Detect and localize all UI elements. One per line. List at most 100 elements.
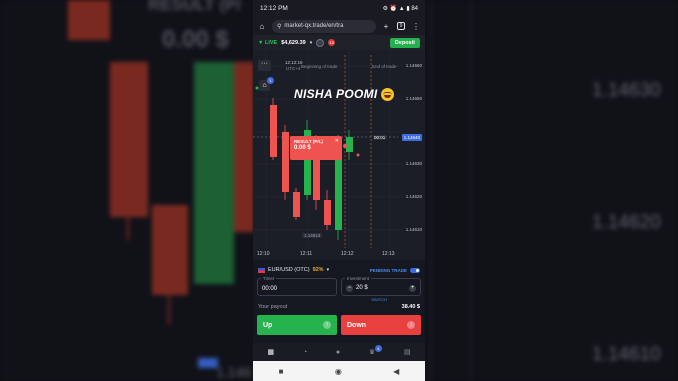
support-tab-icon[interactable]: ◔ (303, 349, 307, 356)
tab-count: 9 (397, 22, 405, 30)
trade-marker (356, 153, 360, 157)
bg-price-label: 1.146 (216, 364, 252, 380)
y-tick-label: 1.14660 (405, 63, 422, 68)
bg-candle (152, 205, 188, 295)
app-bottom-nav: ▦ ◔ ● ♛ 4 ▤ (253, 343, 425, 361)
overlay-caption-text: NISHA POOMI (294, 87, 378, 101)
flag-icon (258, 267, 265, 273)
chevron-down-icon[interactable]: ▾ (327, 267, 330, 273)
chevron-down-icon[interactable]: ▾ (310, 40, 313, 46)
bg-candle (110, 62, 148, 217)
chart-tab-icon[interactable]: ▦ (267, 348, 274, 356)
new-tab-icon[interactable]: + (381, 21, 391, 31)
trade-panel: EUR/USD (OTC) 92% ▾ PENDING TRADE Timer … (253, 264, 425, 339)
current-price-tag: 1.14640 (401, 134, 422, 141)
y-tick-label: 1.14650 (405, 96, 422, 101)
result-popup[interactable]: RESULT (P/L) 0.00 $ ✕ (290, 136, 342, 160)
status-icons: ⚙ ⏰ ▲ ▮ 84 (382, 6, 418, 12)
investment-field[interactable]: Investment − 20 $ + (341, 276, 421, 296)
bg-price-label: 1.14610 (592, 344, 661, 365)
tabs-button[interactable]: 9 (396, 21, 406, 31)
site-settings-icon[interactable]: ⚲ (277, 23, 281, 30)
down-label: Down (347, 321, 367, 329)
payout-row: Your payout 38.40 $ (253, 302, 425, 311)
candle-body (270, 105, 277, 157)
timer-label: Timer (261, 276, 277, 281)
arrow-up-icon: ↑ (323, 321, 331, 329)
minus-icon[interactable]: − (346, 284, 353, 292)
trophy-badge: 4 (374, 345, 382, 352)
close-icon[interactable]: ✕ (335, 138, 339, 144)
bg-candle (68, 0, 110, 40)
notification-badge[interactable]: 10 (328, 39, 336, 46)
x-tick-label: 12:11 (300, 251, 313, 257)
recents-icon[interactable]: ■ (279, 367, 284, 376)
input-row: Timer 00:00 Investment − 20 $ + (253, 276, 425, 298)
x-tick-label: 12:13 (382, 251, 395, 257)
bg-marker (198, 358, 218, 368)
browser-toolbar: ⌂ ⚲ market-qx.trade/en/tra + 9 ⋮ (253, 17, 425, 35)
bg-candle (194, 62, 234, 284)
account-mode[interactable]: ▼ LIVE (258, 40, 277, 46)
up-label: Up (263, 321, 273, 329)
status-bar: 12:12 PM ⚙ ⏰ ▲ ▮ 84 (253, 0, 425, 17)
timer-field[interactable]: Timer 00:00 (257, 276, 337, 296)
bg-price-label: 1.14630 (592, 80, 661, 101)
arrow-down-icon: ↓ (407, 321, 415, 329)
y-tick-label: 1.14630 (405, 161, 422, 166)
y-tick-label: 1.14610 (405, 227, 422, 232)
beginning-label: Beginning of trade (301, 64, 338, 69)
asset-pair[interactable]: EUR/USD (OTC) (268, 267, 310, 273)
account-tab-icon[interactable]: ● (336, 349, 340, 356)
y-tick-label: 1.14620 (405, 194, 422, 199)
account-balance[interactable]: $4,629.39 (281, 40, 305, 46)
home-icon[interactable]: ⌂ (257, 21, 267, 31)
url-text: market-qx.trade/en/tra (284, 23, 344, 29)
phone-screen: 12:12 PM ⚙ ⏰ ▲ ▮ 84 ⌂ ⚲ market-qx.trade/… (253, 0, 425, 381)
trophy-tab-icon[interactable]: ♛ 4 (369, 345, 382, 356)
plus-icon[interactable]: + (409, 284, 416, 292)
account-bar: ▼ LIVE $4,629.39 ▾ 10 Deposit (253, 35, 425, 50)
trade-start-time: 12:12:16 (285, 60, 303, 65)
candle-body (324, 200, 331, 225)
bg-dashed-line (430, 0, 431, 381)
status-time: 12:12 PM (260, 5, 288, 12)
account-mode-label: LIVE (264, 39, 278, 46)
payout-label: Your payout (258, 303, 288, 310)
candle-body (293, 192, 300, 217)
system-nav-bar: ■ ◉ ◀ (253, 361, 425, 381)
menu-dots-icon[interactable]: ··· (258, 60, 271, 71)
x-tick-label: 12:10 (257, 251, 270, 257)
address-bar[interactable]: ⚲ market-qx.trade/en/tra (272, 19, 376, 33)
menu-tab-icon[interactable]: ▤ (404, 348, 411, 356)
up-button[interactable]: Up ↑ (257, 315, 337, 335)
bg-wick (168, 290, 170, 325)
bg-dashed-line (470, 0, 471, 381)
laughing-emoji-icon (380, 88, 394, 102)
asset-row: EUR/USD (OTC) 92% ▾ PENDING TRADE (253, 264, 425, 276)
more-menu-icon[interactable]: ⋮ (411, 21, 421, 31)
trade-marker (343, 144, 347, 148)
pending-trade-toggle[interactable] (410, 267, 420, 273)
price-chart[interactable]: ··· ⌂ 1 12:12:16 UTC+4 Beginning of trad… (253, 50, 425, 260)
investment-value: 20 $ (356, 285, 368, 291)
down-button[interactable]: Down ↓ (341, 315, 421, 335)
bg-price-label: 1.14620 (592, 212, 661, 233)
end-label: End of trade (372, 64, 397, 69)
low-price-label: 1.14613 (302, 233, 323, 238)
screen: RESULT (P/ 0.00 $ 1.14630 1.14620 1.1461… (0, 0, 678, 381)
back-icon[interactable]: ◀ (393, 367, 399, 376)
result-value: 0.00 $ (294, 145, 311, 151)
candle-body (346, 137, 353, 152)
deposit-button[interactable]: Deposit (389, 37, 420, 48)
overlay-caption: NISHA POOMI (294, 87, 394, 102)
countdown-label: 00:01 (373, 135, 387, 140)
pending-trade-label: PENDING TRADE (369, 267, 407, 273)
payout-value: 38.40 $ (401, 303, 420, 310)
bg-result-value: 0.00 $ (162, 26, 229, 53)
payout-percent: 92% (312, 267, 324, 273)
trade-buttons: Up ↑ Down ↓ (253, 311, 425, 339)
x-tick-label: 12:12 (341, 251, 354, 257)
avatar[interactable] (316, 38, 325, 47)
home-button-icon[interactable]: ◉ (335, 367, 342, 376)
